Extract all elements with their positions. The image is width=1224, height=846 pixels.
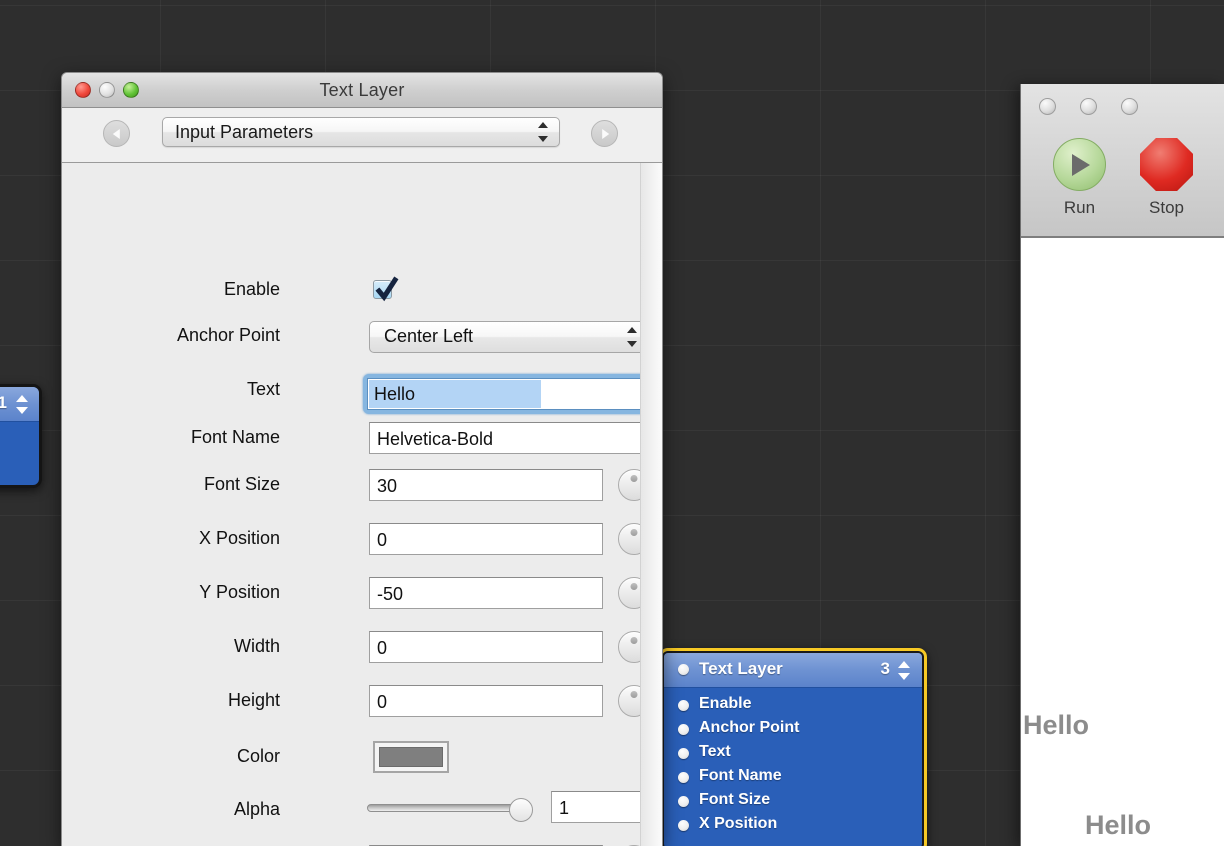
anchor-point-dropdown[interactable]: Center Left [369,321,649,353]
node-port-label: X Position [699,815,778,832]
port-dot-icon[interactable] [678,772,689,783]
node-port-label: Font Size [699,791,771,808]
node-port-row[interactable]: Anchor Point [664,718,922,742]
node-port-row[interactable]: Enable [664,694,922,718]
port-dot-icon[interactable] [678,820,689,831]
font-name-input[interactable]: Helvetica-Bold [369,422,649,454]
node-count-stepper-icon[interactable] [898,661,910,680]
width-input[interactable]: 0 [369,631,603,663]
panel-selector-value: Input Parameters [175,122,314,142]
parameters-form: Enable Anchor Point Center Left Text Hel… [62,163,662,846]
inspector-scrollbar[interactable] [640,163,662,846]
rendered-text-layer-1: Hello [1023,710,1090,740]
node-text-layer[interactable]: Text Layer 3 Enable Anchor Point Text Fo… [659,648,927,846]
chevron-right-icon [601,128,609,139]
inspector-titlebar[interactable]: Text Layer [62,73,662,108]
label-height: Height [227,690,280,710]
node-port-label: Enable [699,695,752,712]
text-layer-inspector-window: Text Layer Input Parameters Enable Ancho… [61,72,663,846]
play-icon [1053,138,1106,191]
inspector-navbar: Input Parameters [62,108,662,163]
chevron-updown-icon [538,121,548,143]
color-well[interactable] [373,741,449,773]
next-panel-button[interactable] [591,120,618,147]
text-input[interactable]: Hello [363,374,657,414]
alpha-slider-thumb[interactable] [509,798,533,822]
port-dot-icon[interactable] [678,724,689,735]
label-y-position: Y Position [199,582,280,602]
enable-checkbox[interactable] [373,276,399,302]
label-font-size: Font Size [203,474,280,494]
knob-dot-icon [630,583,638,590]
node-port-row[interactable]: X Position [664,814,922,838]
viewer-zoom-button[interactable] [1121,98,1138,115]
viewer-minimize-button[interactable] [1080,98,1097,115]
font-size-input[interactable]: 30 [369,469,603,501]
node-port-label: Text [699,743,731,760]
node-count: 3 [880,659,890,678]
node-title: Text Layer [699,659,783,678]
label-x-position: X Position [198,528,280,548]
label-alpha: Alpha [233,799,280,819]
node-output-port-dot[interactable] [678,664,689,675]
node-port-row[interactable]: Font Size [664,790,922,814]
alpha-input[interactable]: 1 [551,791,653,823]
window-title: Text Layer [319,80,405,100]
viewer-toolbar: Run Stop Fu [1021,84,1224,238]
node-partial-count: 1 [0,393,7,413]
label-font-name: Font Name [190,427,280,447]
previous-panel-button[interactable] [103,120,130,147]
label-text: Text [246,379,280,399]
label-color: Color [236,746,280,766]
label-anchor-point: Anchor Point [176,325,280,345]
label-enable: Enable [223,279,280,299]
port-dot-icon[interactable] [678,748,689,759]
port-dot-icon[interactable] [678,796,689,807]
knob-dot-icon [630,529,638,536]
run-button[interactable]: Run [1053,138,1106,217]
node-port-list: Enable Anchor Point Text Font Name Font … [664,688,922,838]
text-input-inner: Hello [367,378,653,410]
port-dot-icon[interactable] [678,700,689,711]
stop-button[interactable]: Stop [1140,138,1193,217]
stop-icon [1140,138,1193,191]
knob-dot-icon [630,475,638,482]
viewer-window: Run Stop Fu Hello Hello [1020,84,1224,846]
node-partial-stepper-icon[interactable] [16,395,28,414]
color-swatch [379,747,443,767]
text-input-value: Hello [374,384,416,404]
run-button-label: Run [1063,198,1096,217]
node-port-label: Font Name [699,767,782,784]
alpha-slider-track[interactable] [367,804,527,812]
node-partial[interactable]: 1 [0,384,42,488]
x-position-input[interactable]: 0 [369,523,603,555]
application-root: 1 Text Layer 3 Enable [0,0,1224,846]
node-text-layer-inner: Text Layer 3 Enable Anchor Point Text Fo… [662,651,924,846]
knob-dot-icon [630,691,638,698]
node-port-label: Anchor Point [699,719,800,736]
chevron-left-icon [112,128,120,139]
height-input[interactable]: 0 [369,685,603,717]
viewer-canvas[interactable]: Hello Hello [1021,238,1224,846]
node-port-row[interactable]: Font Name [664,766,922,790]
y-position-input[interactable]: -50 [369,577,603,609]
panel-selector-dropdown[interactable]: Input Parameters [162,117,560,147]
alpha-slider[interactable] [367,792,537,824]
stop-button-label: Stop [1149,198,1184,217]
node-text-layer-header[interactable]: Text Layer 3 [664,653,922,688]
viewer-close-button[interactable] [1039,98,1056,115]
label-width: Width [233,636,280,656]
node-partial-header[interactable]: 1 [0,387,39,422]
knob-dot-icon [630,637,638,644]
rendered-text-layer-2: Hello [1085,810,1152,840]
chevron-updown-icon [627,326,637,348]
node-port-row[interactable]: Text [664,742,922,766]
checkmark-icon [375,276,399,302]
anchor-point-value: Center Left [384,326,474,346]
